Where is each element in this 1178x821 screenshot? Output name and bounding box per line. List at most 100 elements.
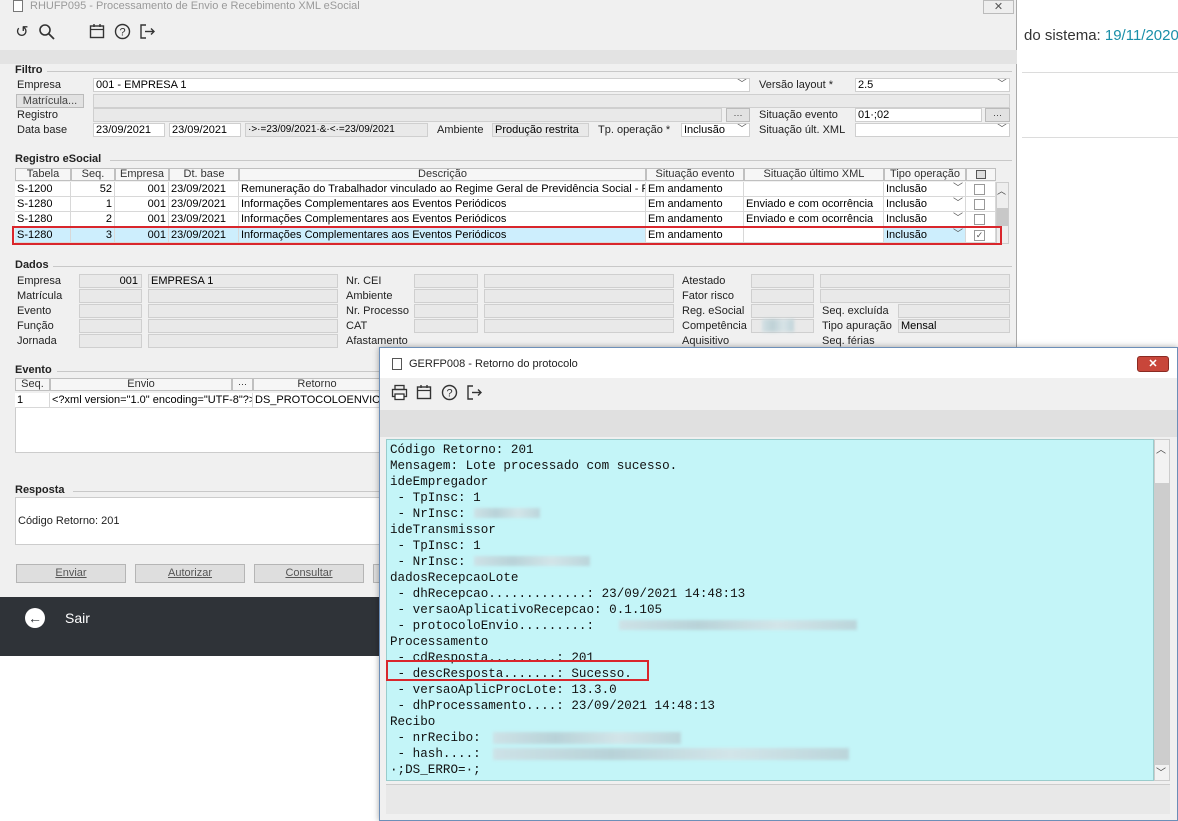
exit-icon[interactable]: [137, 23, 157, 43]
row-checkbox[interactable]: [974, 214, 985, 225]
table-row[interactable]: S-1280 2 001 23/09/2021 Informações Comp…: [15, 212, 996, 226]
calendar-icon[interactable]: [87, 23, 107, 43]
situacao-evento-lookup-icon[interactable]: ⋯: [985, 108, 1010, 122]
tipo-operacao-value: Inclusão: [886, 183, 927, 195]
seq-excluida-field: [898, 304, 1010, 318]
scrollbar-thumb[interactable]: [997, 208, 1008, 226]
col-header-tipo-operacao[interactable]: Tipo operação: [884, 168, 966, 181]
cat-label: CAT: [346, 320, 368, 332]
col-header-tabela[interactable]: Tabela: [15, 168, 71, 181]
situacao-ult-select[interactable]: ﹀: [855, 123, 1010, 137]
enviar-button[interactable]: Enviar: [16, 564, 126, 583]
dados-funcao-name: [148, 319, 338, 333]
tipo-operacao-value: Inclusão: [886, 198, 927, 210]
col-header-select-all[interactable]: [966, 168, 996, 181]
scrollbar-thumb[interactable]: [1155, 483, 1169, 765]
table-row[interactable]: S-1200 52 001 23/09/2021 Remuneração do …: [15, 182, 996, 197]
cat-desc: [484, 319, 674, 333]
response-line: - versaoAplicProcLote: 13.3.0: [390, 683, 617, 697]
nr-processo-desc: [484, 304, 674, 318]
data-inicio-field[interactable]: 23/09/2021: [93, 123, 165, 137]
registro-lookup-icon[interactable]: ⋯: [726, 108, 750, 122]
chevron-down-icon: ﹀: [997, 79, 1007, 90]
cell-tabela: S-1280: [15, 212, 71, 226]
tp-operacao-select[interactable]: Inclusão ﹀: [681, 123, 750, 137]
cell-tipo-operacao[interactable]: Inclusão ﹀: [884, 212, 966, 226]
situacao-evento-field[interactable]: 01·;02: [855, 108, 982, 122]
dados-empresa-name: EMPRESA 1: [148, 274, 338, 288]
group-border: [57, 371, 381, 372]
scroll-up-icon[interactable]: ︿: [1156, 441, 1166, 456]
scroll-up-icon[interactable]: ︿: [997, 184, 1006, 197]
dialog-close-button[interactable]: ✕: [1137, 356, 1169, 372]
empresa-select[interactable]: 001 - EMPRESA 1 ﹀: [93, 78, 750, 92]
cell-retorno[interactable]: DS_PROTOCOLOENVIO=: [253, 393, 381, 408]
sair-label[interactable]: Sair: [65, 610, 90, 626]
print-icon[interactable]: [389, 384, 409, 404]
row-checkbox[interactable]: [974, 199, 985, 210]
dialog-toolbar: ?: [380, 378, 1177, 410]
cell-checkbox: [966, 212, 996, 226]
registro-field: [93, 108, 722, 122]
response-line: Recibo: [390, 715, 436, 729]
cell-envio[interactable]: <?xml version="1.0" encoding="UTF-8"?>: [50, 393, 253, 408]
envio-lookup-icon[interactable]: ⋯: [232, 378, 253, 391]
col-header-seq[interactable]: Seq.: [15, 378, 50, 391]
col-header-situacao-ultimo-xml[interactable]: Situação último XML: [744, 168, 884, 181]
search-icon[interactable]: [37, 23, 57, 43]
exit-icon[interactable]: [464, 384, 484, 404]
chevron-down-icon: ﹀: [953, 183, 963, 194]
col-header-dt-base[interactable]: Dt. base: [169, 168, 239, 181]
matricula-button[interactable]: Matrícula...: [16, 94, 84, 108]
scroll-down-icon[interactable]: ﹀: [1156, 764, 1166, 779]
chevron-down-icon: ﹀: [953, 198, 963, 209]
evento-label: Evento: [17, 305, 52, 317]
help-icon[interactable]: ?: [112, 23, 132, 43]
consultar-button[interactable]: Consultar: [254, 564, 364, 583]
col-header-envio[interactable]: Envio: [50, 378, 232, 391]
dados-matricula-name: [148, 289, 338, 303]
autorizar-button[interactable]: Autorizar: [135, 564, 245, 583]
funcao-label: Função: [17, 320, 54, 332]
col-header-situacao-evento[interactable]: Situação evento: [646, 168, 744, 181]
resposta-text: Código Retorno: 201: [18, 515, 120, 527]
highlight-box: [12, 226, 1002, 245]
cat-field: [414, 319, 478, 333]
tipo-apuracao-label: Tipo apuração: [822, 320, 892, 332]
col-header-empresa[interactable]: Empresa: [115, 168, 169, 181]
dados-ambiente-desc: [484, 289, 674, 303]
background-divider: [1022, 137, 1178, 138]
nr-cei-desc: [484, 274, 674, 288]
data-fim-field[interactable]: 23/09/2021: [169, 123, 241, 137]
col-header-retorno[interactable]: Retorno: [253, 378, 381, 391]
redacted-value: [493, 732, 681, 744]
cell-seq: 2: [71, 212, 115, 226]
col-header-seq[interactable]: Seq.: [71, 168, 115, 181]
fator-risco-desc: [820, 289, 1010, 303]
refresh-icon[interactable]: ↺: [12, 23, 32, 43]
cell-tipo-operacao[interactable]: Inclusão ﹀: [884, 182, 966, 197]
versao-layout-select[interactable]: 2.5 ﹀: [855, 78, 1010, 92]
redacted-value: [474, 556, 590, 566]
protocol-response-text[interactable]: Código Retorno: 201 Mensagem: Lote proces…: [386, 439, 1154, 781]
row-checkbox[interactable]: [974, 184, 985, 195]
cell-tipo-operacao[interactable]: Inclusão ﹀: [884, 197, 966, 212]
back-arrow-icon[interactable]: ←: [25, 608, 45, 628]
response-line: Código Retorno: 201: [390, 443, 534, 457]
main-close-button[interactable]: ✕: [983, 0, 1014, 14]
help-icon[interactable]: ?: [439, 384, 459, 404]
cell-seq: 52: [71, 182, 115, 197]
data-base-label: Data base: [17, 124, 68, 136]
table-row[interactable]: S-1280 1 001 23/09/2021 Informações Comp…: [15, 197, 996, 212]
nr-processo-field: [414, 304, 478, 318]
response-line: - dhRecepcao.............: 23/09/2021 14…: [390, 587, 746, 601]
atestado-field: [751, 274, 814, 288]
calendar-icon[interactable]: [414, 384, 434, 404]
ambiente-field: Produção restrita: [492, 123, 589, 137]
data-expression-field: ·>·=23/09/2021·&·<·=23/09/2021: [245, 123, 428, 137]
dialog-title: GERFP008 - Retorno do protocolo: [409, 358, 578, 370]
fator-risco-field: [751, 289, 814, 303]
main-title-bar: RHUFP095 - Processamento de Envio e Rece…: [0, 0, 1017, 14]
dados-evento-code: [79, 304, 142, 318]
col-header-descricao[interactable]: Descrição: [239, 168, 646, 181]
